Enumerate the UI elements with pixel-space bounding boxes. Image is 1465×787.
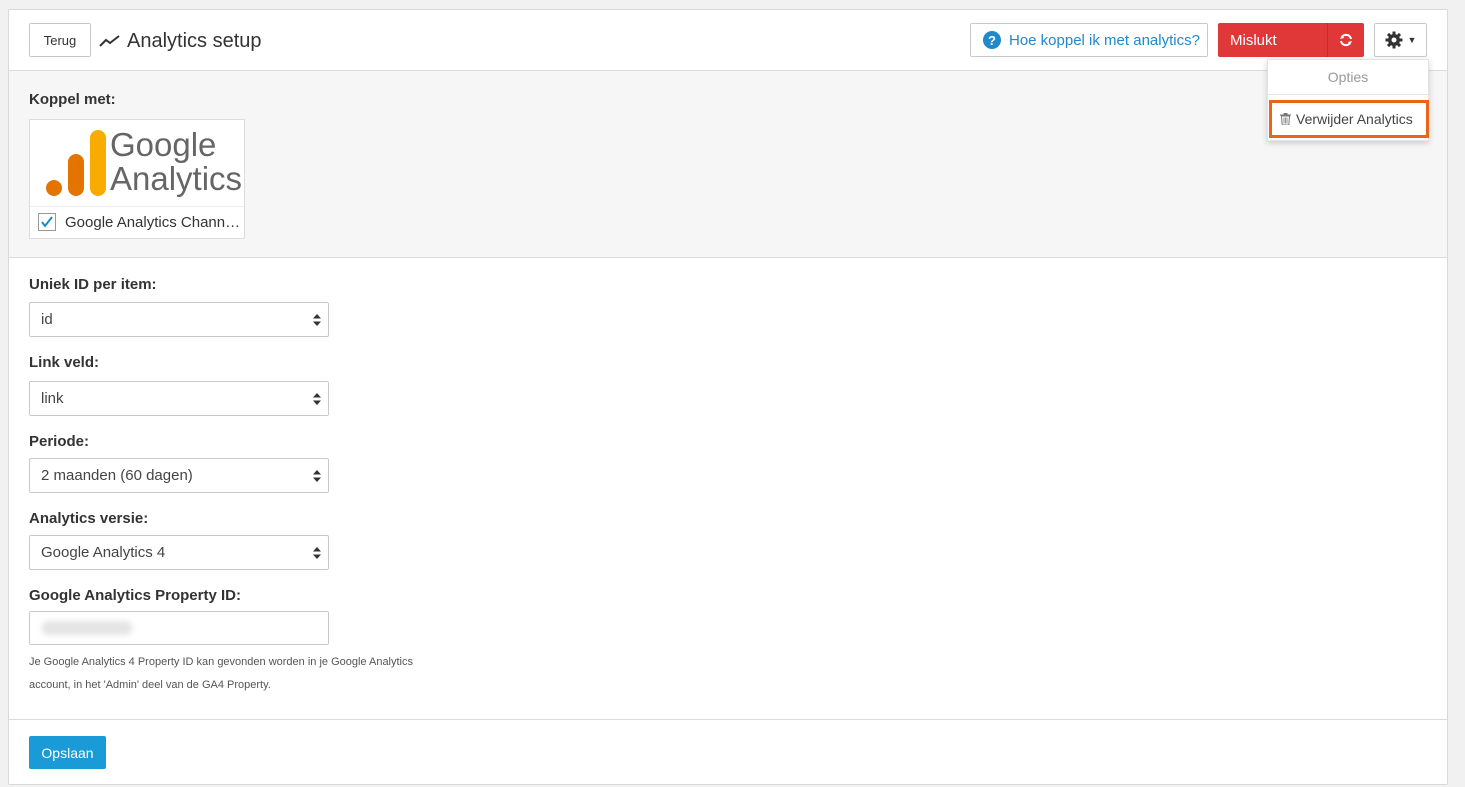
analytics-setup-panel: Terug Analytics setup ? Hoe koppel ik me…: [8, 9, 1448, 785]
version-value: Google Analytics 4: [41, 544, 166, 561]
help-button[interactable]: ? Hoe koppel ik met analytics?: [970, 23, 1208, 57]
koppel-label: Koppel met:: [29, 91, 116, 108]
status-button[interactable]: Mislukt: [1218, 23, 1364, 57]
period-select[interactable]: 2 maanden (60 dagen): [29, 458, 329, 493]
help-button-label: Hoe koppel ik met analytics?: [1009, 31, 1200, 49]
dropdown-header: Opties: [1268, 60, 1428, 95]
card-divider: [30, 206, 244, 207]
gear-icon: [1385, 31, 1403, 49]
version-select[interactable]: Google Analytics 4: [29, 535, 329, 570]
redacted-value: [42, 621, 132, 635]
page-title: Analytics setup: [127, 29, 262, 52]
period-label: Periode:: [29, 433, 90, 450]
version-label: Analytics versie:: [29, 510, 149, 527]
back-button[interactable]: Terug: [29, 23, 91, 57]
page-header: Terug Analytics setup ? Hoe koppel ik me…: [9, 10, 1447, 71]
channel-checkbox-label: Google Analytics Channa…: [65, 214, 243, 231]
refresh-icon[interactable]: [1328, 23, 1364, 57]
google-analytics-logo-text: Google Analytics: [110, 126, 243, 197]
google-analytics-card[interactable]: Google Analytics Google Analytics Channa…: [29, 119, 245, 239]
settings-dropdown-button[interactable]: ▼: [1374, 23, 1427, 57]
link-field-label: Link veld:: [29, 354, 100, 371]
select-arrows-icon: [313, 314, 321, 326]
integration-section: Koppel met: Google Analytics Google Anal…: [9, 71, 1447, 258]
footer-divider: [9, 719, 1447, 720]
unique-id-label: Uniek ID per item:: [29, 276, 157, 293]
trend-line-icon: [99, 35, 120, 47]
select-arrows-icon: [313, 547, 321, 559]
link-field-value: link: [41, 390, 64, 407]
channel-checkbox[interactable]: [38, 213, 56, 231]
property-id-input[interactable]: [29, 611, 329, 645]
property-id-label: Google Analytics Property ID:: [29, 587, 241, 604]
trash-icon: [1280, 113, 1291, 125]
chevron-down-icon: ▼: [1407, 35, 1417, 45]
save-button[interactable]: Opslaan: [29, 736, 106, 769]
delete-analytics-menu-item[interactable]: Verwijder Analytics: [1269, 100, 1429, 138]
options-dropdown-menu: Opties Verwijder Analytics: [1267, 59, 1429, 141]
select-arrows-icon: [313, 470, 321, 482]
title-wrap: Analytics setup: [99, 28, 262, 54]
unique-id-value: id: [41, 311, 53, 328]
unique-id-select[interactable]: id: [29, 302, 329, 337]
question-icon: ?: [983, 31, 1001, 49]
status-label: Mislukt: [1218, 23, 1328, 57]
period-value: 2 maanden (60 dagen): [41, 467, 193, 484]
link-field-select[interactable]: link: [29, 381, 329, 416]
delete-analytics-label: Verwijder Analytics: [1296, 111, 1413, 127]
select-arrows-icon: [313, 393, 321, 405]
checkmark-icon: [41, 216, 53, 228]
property-id-help-text: Je Google Analytics 4 Property ID kan ge…: [29, 656, 414, 691]
